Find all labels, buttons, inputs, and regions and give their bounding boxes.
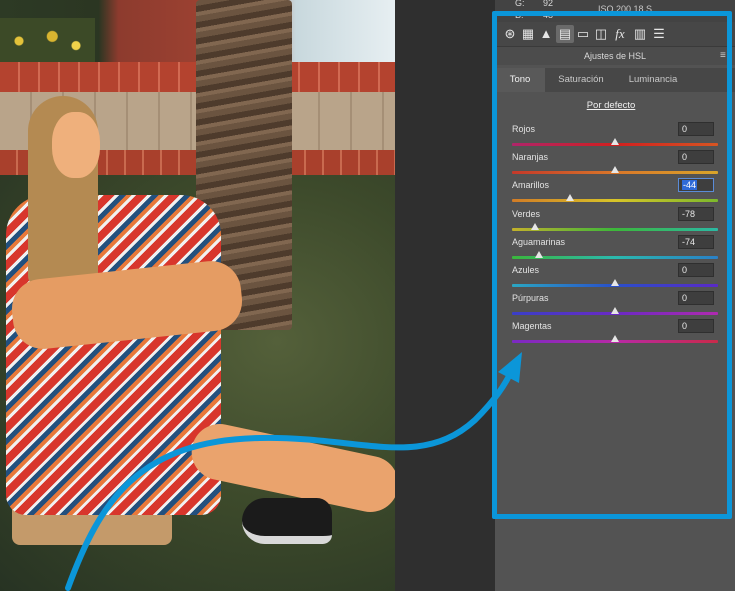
presets-sliders-icon[interactable]: ☰ xyxy=(650,25,668,43)
slider-row: Azules 0 xyxy=(512,263,720,293)
slider-value-field[interactable]: 0 xyxy=(678,150,714,165)
hsl-panel-icon[interactable]: ▤ xyxy=(556,25,574,43)
panel-menu-icon[interactable]: ≡ xyxy=(720,47,730,65)
slider-row: Amarillos -44 xyxy=(512,178,720,208)
slider-thumb[interactable] xyxy=(565,194,574,202)
slider-thumb[interactable] xyxy=(611,279,619,286)
slider-track[interactable] xyxy=(512,227,718,231)
slider-row: Magentas 0 xyxy=(512,319,720,349)
exif-info: ISO 200 18 S xyxy=(598,4,653,14)
g-label: G: xyxy=(515,0,525,8)
aperture-icon[interactable]: ⊛ xyxy=(501,25,519,43)
slider-value-field[interactable]: 0 xyxy=(678,122,714,136)
slider-thumb[interactable] xyxy=(611,307,619,315)
rgb-readout: G: 92 B: 48 ISO 200 18 S xyxy=(495,0,735,22)
g-value: 92 xyxy=(543,0,554,8)
slider-thumb[interactable] xyxy=(534,250,543,258)
slider-label: Naranjas xyxy=(512,152,549,163)
histogram-grid-icon[interactable]: ▦ xyxy=(519,25,537,43)
split-toning-icon[interactable]: ▭ xyxy=(574,25,592,43)
camera-calibration-icon[interactable]: ▥ xyxy=(631,25,649,43)
slider-row: Rojos 0 xyxy=(512,122,720,152)
hsl-side-panel: G: 92 B: 48 ISO 200 18 S ⊛ ▦ ▲ ▤ ▭ ◫ fx ▥ ☰ Ajus… xyxy=(495,0,735,591)
slider-value-field[interactable]: -44 xyxy=(678,178,714,193)
slider-value-field[interactable]: -78 xyxy=(678,206,714,221)
slider-value-field[interactable]: 0 xyxy=(678,263,714,277)
mountain-curve-icon[interactable]: ▲ xyxy=(537,25,555,43)
tab-saturación[interactable]: Saturación xyxy=(547,68,615,92)
tab-luminancia[interactable]: Luminancia xyxy=(617,68,689,92)
slider-thumb[interactable] xyxy=(611,335,619,343)
slider-row: Aguamarinas -74 xyxy=(512,234,720,265)
slider-label: Aguamarinas xyxy=(512,236,566,247)
slider-track[interactable] xyxy=(512,199,718,203)
slider-label: Rojos xyxy=(512,124,536,134)
hsl-tabs: Tono Saturación Luminancia xyxy=(495,68,735,92)
slider-thumb[interactable] xyxy=(611,138,619,145)
b-value: 48 xyxy=(543,10,554,20)
canvas-gutter xyxy=(395,0,495,591)
photo-preview[interactable] xyxy=(0,0,395,591)
b-label: B: xyxy=(515,10,524,20)
slider-value-field[interactable]: 0 xyxy=(678,319,714,334)
slider-track[interactable] xyxy=(512,255,718,259)
panel-tool-strip: ⊛ ▦ ▲ ▤ ▭ ◫ fx ▥ ☰ xyxy=(495,22,735,47)
slider-label: Púrpuras xyxy=(512,293,549,304)
slider-row: Verdes -78 xyxy=(512,206,720,237)
slider-row: Naranjas 0 xyxy=(512,150,720,180)
slider-thumb[interactable] xyxy=(611,166,619,174)
panel-title: Ajustes de HSL xyxy=(495,47,735,65)
woman-face xyxy=(52,112,100,178)
camera-raw-screen: G: 92 B: 48 ISO 200 18 S ⊛ ▦ ▲ ▤ ▭ ◫ fx ▥ ☰ Ajus… xyxy=(0,0,735,591)
fx-effects-icon[interactable]: fx xyxy=(611,25,629,43)
slider-row: Púrpuras 0 xyxy=(512,291,720,321)
slider-label: Amarillos xyxy=(512,180,550,191)
tab-tono[interactable]: Tono xyxy=(495,68,545,92)
slider-label: Verdes xyxy=(512,208,541,219)
lens-detail-icon[interactable]: ◫ xyxy=(592,25,610,43)
flower-bush xyxy=(0,18,95,64)
slider-label: Azules xyxy=(512,265,540,275)
slider-value-field[interactable]: 0 xyxy=(678,291,714,306)
slider-label: Magentas xyxy=(512,321,552,332)
black-sneaker xyxy=(242,498,332,544)
slider-value-field[interactable]: -74 xyxy=(678,234,714,249)
slider-thumb[interactable] xyxy=(530,222,539,230)
default-link[interactable]: Por defecto xyxy=(495,100,727,111)
